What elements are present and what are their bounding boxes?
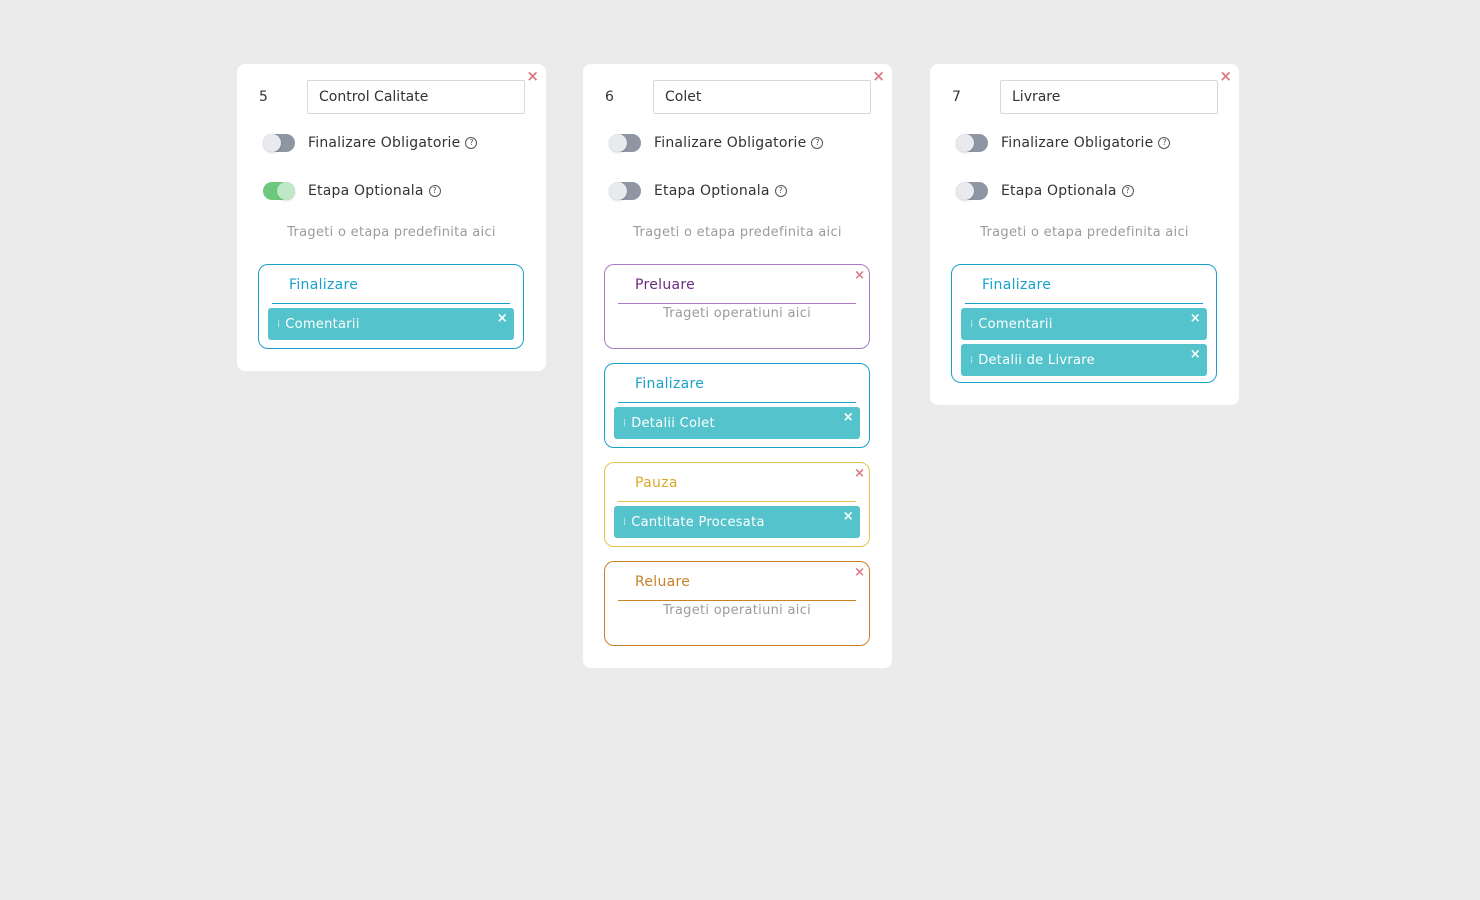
toggle-knob: [956, 182, 974, 200]
etapa-optionala-toggle[interactable]: [609, 182, 641, 200]
stage-divider: [618, 402, 856, 403]
drag-handle-icon[interactable]: ⁞: [623, 517, 626, 528]
stage-divider: [272, 303, 510, 304]
etapa-optionala-label: Etapa Optionala: [654, 183, 770, 199]
operation-item[interactable]: ⁞ Comentarii ×: [268, 308, 514, 340]
stage-title: Reluare: [635, 574, 691, 590]
card-number: 5: [259, 89, 268, 105]
card-name-input[interactable]: [653, 80, 871, 114]
help-icon[interactable]: ?: [811, 137, 824, 149]
stage-finalizare: Finalizare ⁞ Comentarii ×: [258, 264, 524, 349]
stage-close-icon[interactable]: ×: [854, 466, 865, 481]
help-icon[interactable]: ?: [428, 185, 441, 197]
drag-handle-icon[interactable]: ⁞: [970, 355, 973, 366]
finalizare-obligatorie-toggle[interactable]: [956, 134, 988, 152]
operation-label: Detalii Colet: [631, 415, 715, 431]
drag-handle-icon[interactable]: ⁞: [277, 319, 280, 330]
card-number: 7: [952, 89, 961, 105]
operation-label: Cantitate Procesata: [631, 514, 765, 530]
stage-title: Preluare: [635, 277, 696, 293]
card-name-input[interactable]: [307, 80, 525, 114]
finalizare-obligatorie-toggle[interactable]: [263, 134, 295, 152]
operation-close-icon[interactable]: ×: [1190, 347, 1201, 362]
stage-title: Pauza: [635, 475, 678, 491]
card-close-icon[interactable]: ×: [526, 68, 539, 84]
help-icon[interactable]: ?: [1121, 185, 1134, 197]
operation-label: Comentarii: [285, 316, 360, 332]
etapa-optionala-label: Etapa Optionala: [1001, 183, 1117, 199]
stage-divider: [618, 600, 856, 601]
card-close-icon[interactable]: ×: [872, 68, 885, 84]
operation-close-icon[interactable]: ×: [843, 410, 854, 425]
workflow-board: ×5Finalizare Obligatorie?Etapa Optionala…: [0, 0, 1480, 900]
card-number: 6: [605, 89, 614, 105]
operation-label: Comentarii: [978, 316, 1053, 332]
toggle-knob: [956, 134, 974, 152]
operation-item[interactable]: ⁞ Detalii de Livrare ×: [961, 344, 1207, 376]
stage-drop-hint: Trageti o etapa predefinita aici: [633, 225, 842, 240]
drag-handle-icon[interactable]: ⁞: [623, 418, 626, 429]
etapa-optionala-row: Etapa Optionala?: [956, 181, 1134, 201]
operation-item[interactable]: ⁞ Comentarii ×: [961, 308, 1207, 340]
finalizare-obligatorie-toggle[interactable]: [609, 134, 641, 152]
toggle-knob: [609, 134, 627, 152]
etapa-optionala-toggle[interactable]: [263, 182, 295, 200]
finalizare-obligatorie-row: Finalizare Obligatorie?: [956, 133, 1171, 153]
stage-finalizare: Finalizare ⁞ Comentarii × ⁞ Detalii de Livrar…: [951, 264, 1217, 383]
etapa-optionala-toggle[interactable]: [956, 182, 988, 200]
toggle-knob: [609, 182, 627, 200]
stage-close-icon[interactable]: ×: [854, 565, 865, 580]
finalizare-obligatorie-label: Finalizare Obligatorie: [654, 135, 807, 151]
stage-divider: [618, 501, 856, 502]
operation-drop-hint: Trageti operatiuni aici: [662, 603, 812, 618]
stage-card: ×7Finalizare Obligatorie?Etapa Optionala…: [930, 64, 1239, 405]
operation-close-icon[interactable]: ×: [843, 509, 854, 524]
stage-finalizare: Finalizare ⁞ Detalii Colet ×: [604, 363, 870, 448]
stage-reluare: Reluare × Trageti operatiuni aici: [604, 561, 870, 646]
stage-divider: [965, 303, 1203, 304]
stage-preluare: Preluare × Trageti operatiuni aici: [604, 264, 870, 349]
stage-close-icon[interactable]: ×: [854, 268, 865, 283]
etapa-optionala-label: Etapa Optionala: [308, 183, 424, 199]
help-icon[interactable]: ?: [465, 137, 478, 149]
operation-item[interactable]: ⁞ Cantitate Procesata ×: [614, 506, 860, 538]
operation-close-icon[interactable]: ×: [497, 311, 508, 326]
stage-title: Finalizare: [982, 277, 1052, 293]
finalizare-obligatorie-row: Finalizare Obligatorie?: [263, 133, 478, 153]
card-close-icon[interactable]: ×: [1219, 68, 1232, 84]
stage-divider: [618, 303, 856, 304]
stage-pauza: Pauza × ⁞ Cantitate Procesata ×: [604, 462, 870, 547]
stage-card: ×5Finalizare Obligatorie?Etapa Optionala…: [237, 64, 546, 371]
drag-handle-icon[interactable]: ⁞: [970, 319, 973, 330]
help-icon[interactable]: ?: [774, 185, 787, 197]
operation-item[interactable]: ⁞ Detalii Colet ×: [614, 407, 860, 439]
finalizare-obligatorie-row: Finalizare Obligatorie?: [609, 133, 824, 153]
toggle-knob: [277, 182, 295, 200]
card-name-input[interactable]: [1000, 80, 1218, 114]
operation-close-icon[interactable]: ×: [1190, 311, 1201, 326]
stage-title: Finalizare: [635, 376, 705, 392]
finalizare-obligatorie-label: Finalizare Obligatorie: [308, 135, 461, 151]
help-icon[interactable]: ?: [1158, 137, 1171, 149]
finalizare-obligatorie-label: Finalizare Obligatorie: [1001, 135, 1154, 151]
etapa-optionala-row: Etapa Optionala?: [263, 181, 441, 201]
stage-drop-hint: Trageti o etapa predefinita aici: [980, 225, 1189, 240]
stage-card: ×6Finalizare Obligatorie?Etapa Optionala…: [583, 64, 892, 668]
operation-drop-hint: Trageti operatiuni aici: [662, 306, 812, 321]
stage-drop-hint: Trageti o etapa predefinita aici: [287, 225, 496, 240]
operation-label: Detalii de Livrare: [978, 352, 1095, 368]
stage-title: Finalizare: [289, 277, 359, 293]
etapa-optionala-row: Etapa Optionala?: [609, 181, 787, 201]
toggle-knob: [263, 134, 281, 152]
